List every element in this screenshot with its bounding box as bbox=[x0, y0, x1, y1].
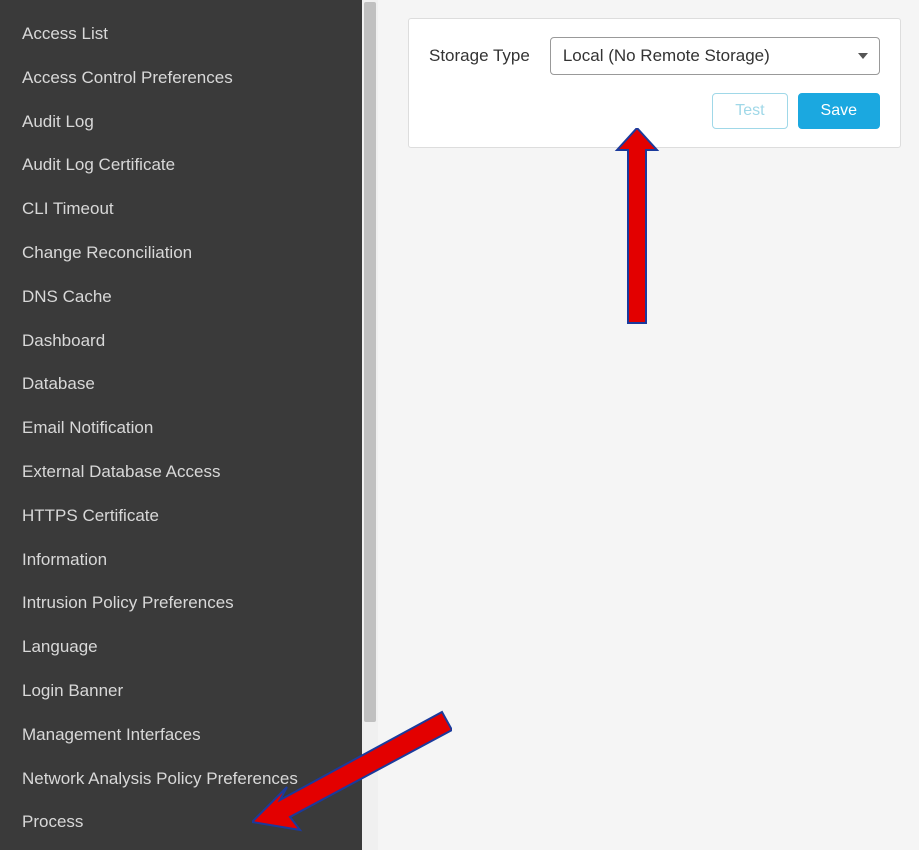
sidebar-item-dns-cache[interactable]: DNS Cache bbox=[0, 275, 362, 319]
sidebar-item-database[interactable]: Database bbox=[0, 362, 362, 406]
sidebar-item-label: HTTPS Certificate bbox=[22, 506, 159, 525]
sidebar-item-language[interactable]: Language bbox=[0, 625, 362, 669]
test-button[interactable]: Test bbox=[712, 93, 787, 129]
main-content: Storage Type Local (No Remote Storage) T… bbox=[378, 0, 919, 850]
sidebar-item-label: CLI Timeout bbox=[22, 199, 114, 218]
sidebar-item-access-list[interactable]: Access List bbox=[0, 12, 362, 56]
button-row: Test Save bbox=[429, 93, 880, 129]
sidebar-item-label: DNS Cache bbox=[22, 287, 112, 306]
sidebar-item-audit-log[interactable]: Audit Log bbox=[0, 100, 362, 144]
sidebar-item-cli-timeout[interactable]: CLI Timeout bbox=[0, 187, 362, 231]
sidebar-item-label: Dashboard bbox=[22, 331, 105, 350]
sidebar-item-label: Audit Log bbox=[22, 112, 94, 131]
sidebar-item-network-analysis-policy-preferences[interactable]: Network Analysis Policy Preferences bbox=[0, 757, 362, 801]
storage-type-select-wrapper: Local (No Remote Storage) bbox=[550, 37, 880, 75]
sidebar-item-label: Database bbox=[22, 374, 95, 393]
sidebar-item-label: Management Interfaces bbox=[22, 725, 201, 744]
storage-settings-panel: Storage Type Local (No Remote Storage) T… bbox=[408, 18, 901, 148]
sidebar-item-audit-log-certificate[interactable]: Audit Log Certificate bbox=[0, 143, 362, 187]
sidebar-scrollbar[interactable] bbox=[362, 0, 378, 850]
sidebar-item-login-banner[interactable]: Login Banner bbox=[0, 669, 362, 713]
sidebar-item-label: Audit Log Certificate bbox=[22, 155, 175, 174]
storage-type-value: Local (No Remote Storage) bbox=[563, 46, 770, 66]
storage-type-row: Storage Type Local (No Remote Storage) bbox=[429, 37, 880, 75]
sidebar-item-external-database-access[interactable]: External Database Access bbox=[0, 450, 362, 494]
sidebar-item-label: Process bbox=[22, 812, 83, 831]
sidebar-item-label: External Database Access bbox=[22, 462, 220, 481]
sidebar: Access List Access Control Preferences Aud… bbox=[0, 0, 362, 850]
sidebar-item-label: Email Notification bbox=[22, 418, 153, 437]
sidebar-item-change-reconciliation[interactable]: Change Reconciliation bbox=[0, 231, 362, 275]
storage-type-select[interactable]: Local (No Remote Storage) bbox=[550, 37, 880, 75]
sidebar-wrapper: Access List Access Control Preferences Aud… bbox=[0, 0, 378, 850]
sidebar-item-label: Language bbox=[22, 637, 98, 656]
sidebar-item-label: Access List bbox=[22, 24, 108, 43]
sidebar-item-information[interactable]: Information bbox=[0, 538, 362, 582]
sidebar-item-label: Intrusion Policy Preferences bbox=[22, 593, 234, 612]
sidebar-item-intrusion-policy-preferences[interactable]: Intrusion Policy Preferences bbox=[0, 581, 362, 625]
sidebar-item-label: Access Control Preferences bbox=[22, 68, 233, 87]
save-button[interactable]: Save bbox=[798, 93, 880, 129]
sidebar-item-label: Information bbox=[22, 550, 107, 569]
sidebar-item-label: Login Banner bbox=[22, 681, 123, 700]
sidebar-item-label: Network Analysis Policy Preferences bbox=[22, 769, 298, 788]
scrollbar-thumb[interactable] bbox=[364, 2, 376, 722]
sidebar-item-dashboard[interactable]: Dashboard bbox=[0, 319, 362, 363]
sidebar-item-process[interactable]: Process bbox=[0, 800, 362, 844]
storage-type-label: Storage Type bbox=[429, 46, 530, 66]
sidebar-item-label: Change Reconciliation bbox=[22, 243, 192, 262]
sidebar-item-rest-api-preferences[interactable]: REST API Preferences bbox=[0, 844, 362, 850]
sidebar-item-access-control-preferences[interactable]: Access Control Preferences bbox=[0, 56, 362, 100]
sidebar-item-management-interfaces[interactable]: Management Interfaces bbox=[0, 713, 362, 757]
sidebar-item-email-notification[interactable]: Email Notification bbox=[0, 406, 362, 450]
sidebar-item-https-certificate[interactable]: HTTPS Certificate bbox=[0, 494, 362, 538]
